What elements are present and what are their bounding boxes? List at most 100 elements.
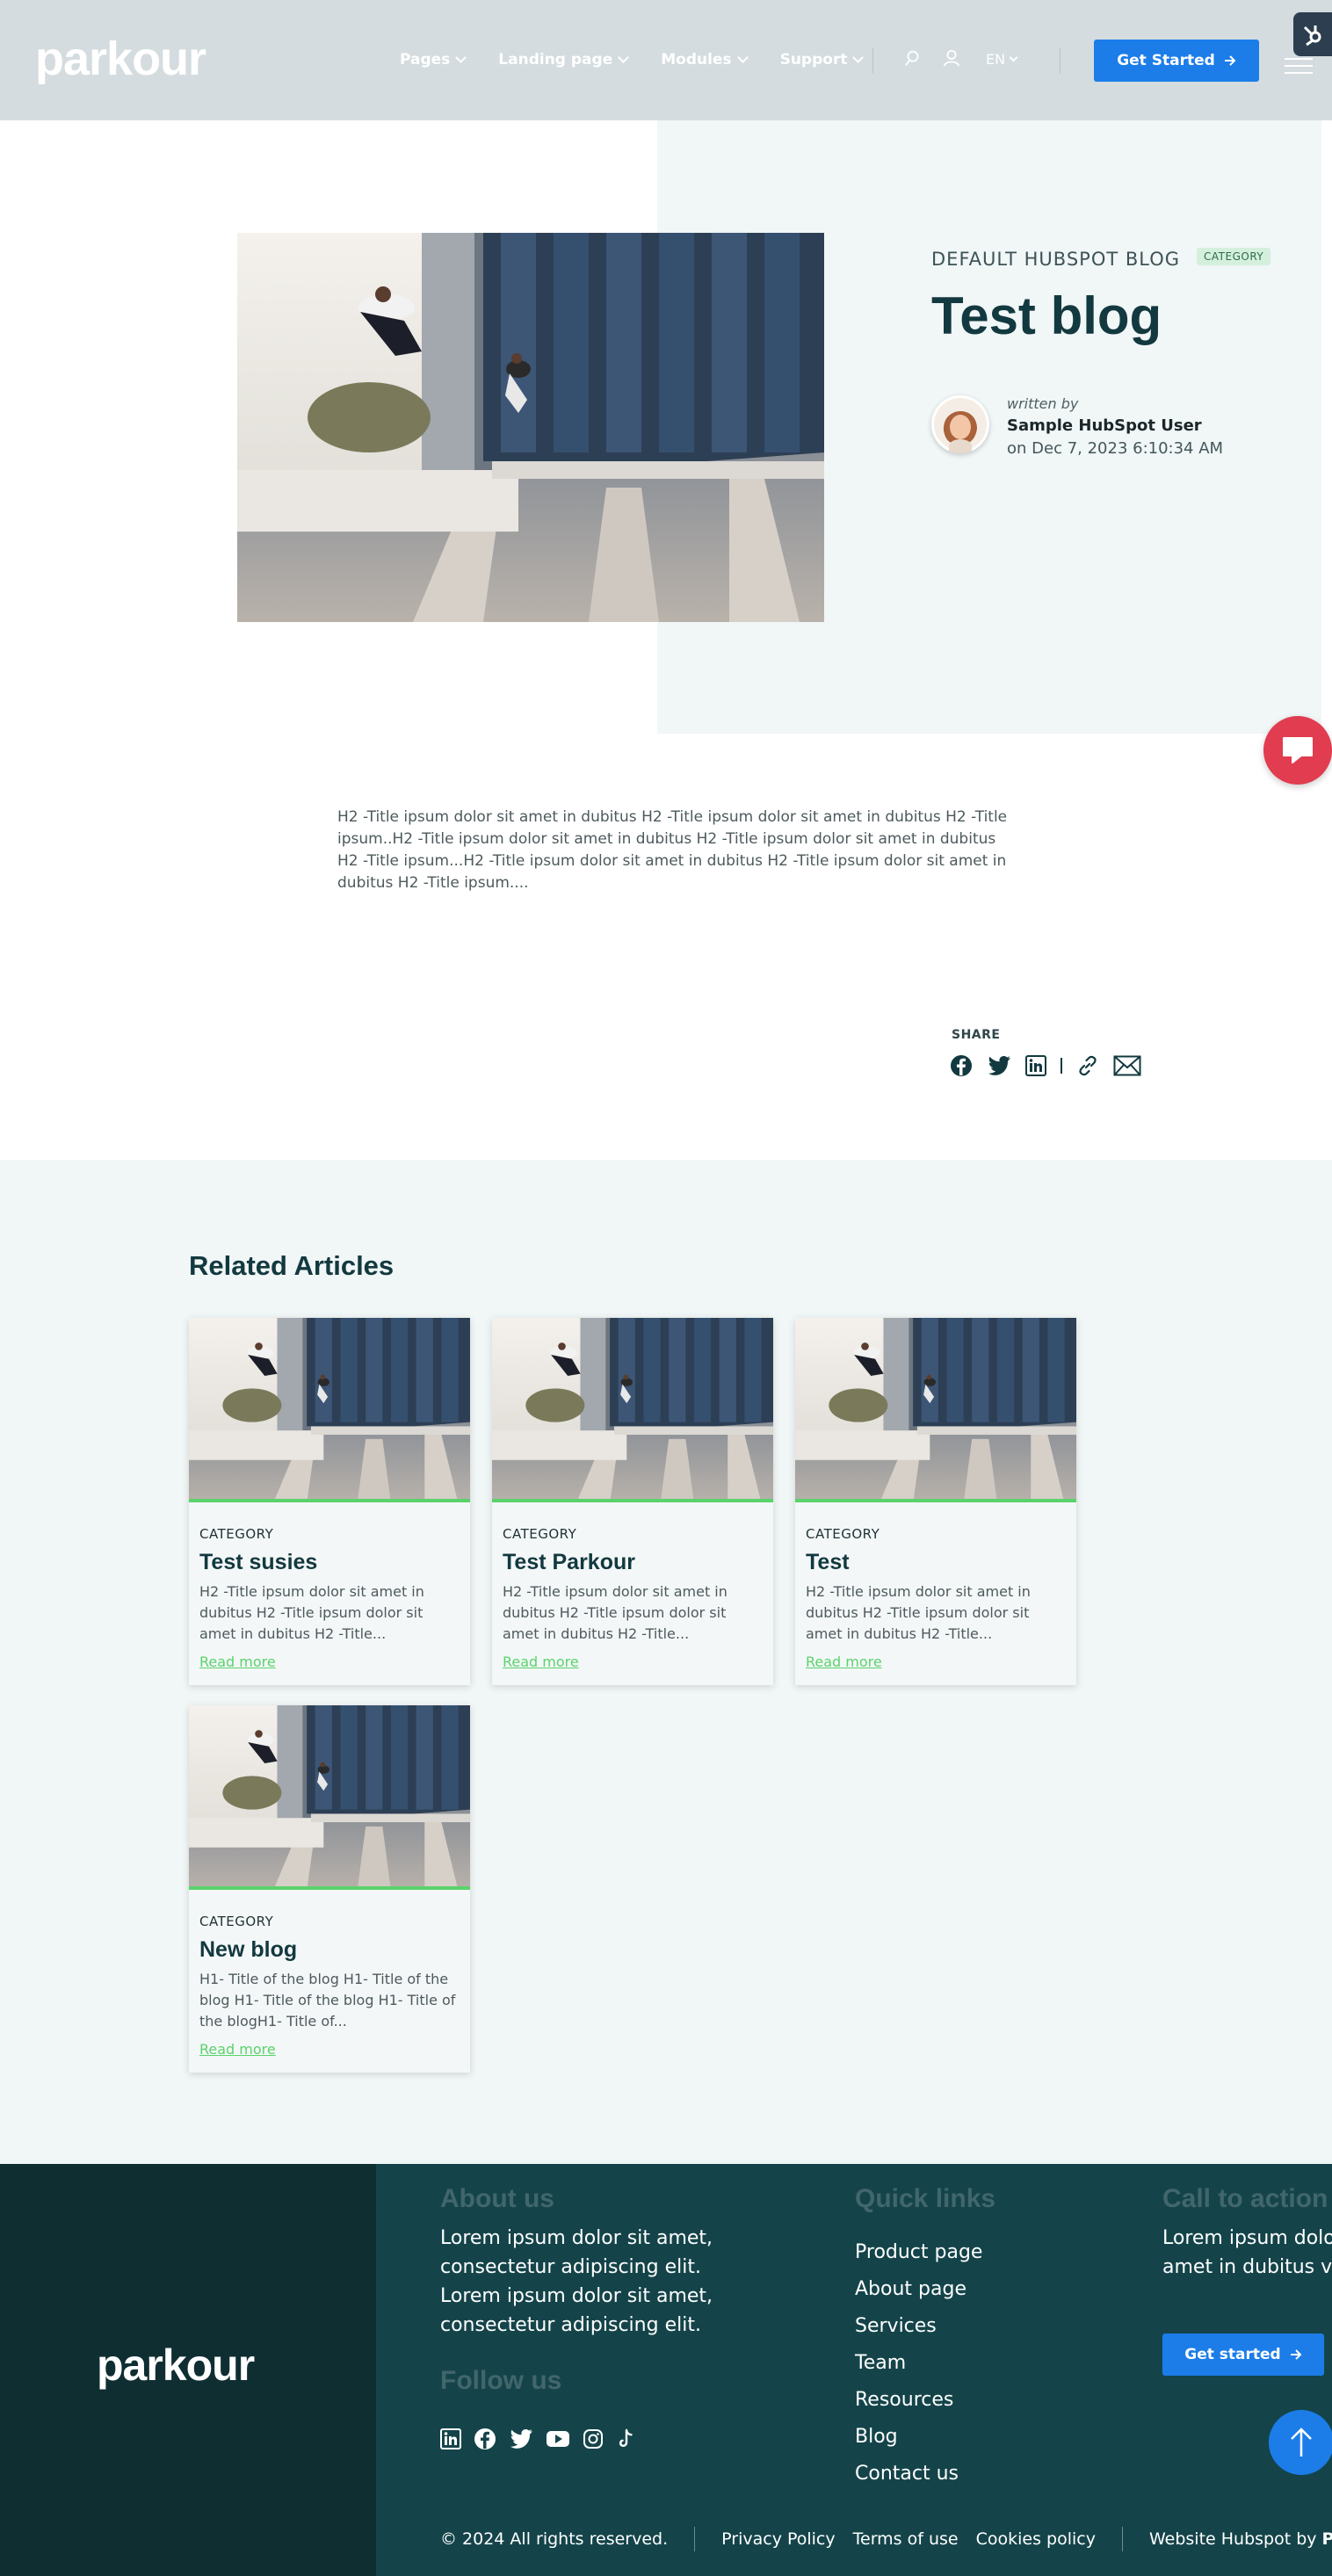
- social-links: [440, 2428, 635, 2454]
- card-category[interactable]: CATEGORY: [806, 1526, 880, 1542]
- footer-logo[interactable]: parkour: [97, 2340, 255, 2391]
- card-excerpt: H2 -Title ipsum dolor sit amet in dubitu…: [503, 1583, 728, 1642]
- card-image[interactable]: [492, 1318, 773, 1502]
- site-footer: parkour About us Lorem ipsum dolor sit a…: [0, 2164, 1332, 2576]
- language-label: EN: [986, 51, 1006, 68]
- read-more-link[interactable]: Read more: [199, 1653, 276, 1670]
- tiktok-icon[interactable]: [616, 2428, 635, 2453]
- card-category[interactable]: CATEGORY: [199, 1526, 273, 1542]
- written-by-label: written by: [1007, 395, 1079, 412]
- credit-brand-link[interactable]: Parkour: [1322, 2529, 1332, 2549]
- chevron-down-icon: [736, 52, 749, 63]
- author-name[interactable]: Sample HubSpot User: [1007, 416, 1202, 435]
- card-excerpt: H2 -Title ipsum dolor sit amet in dubitu…: [806, 1583, 1031, 1642]
- card-title[interactable]: Test Parkour: [503, 1550, 635, 1575]
- facebook-icon[interactable]: [950, 1054, 973, 1077]
- divider: [1121, 2527, 1123, 2551]
- menu-icon[interactable]: [1285, 58, 1313, 79]
- privacy-policy-link[interactable]: Privacy Policy: [721, 2529, 835, 2549]
- logo[interactable]: parkour: [35, 32, 206, 86]
- twitter-icon[interactable]: [509, 2428, 533, 2453]
- chevron-down-icon: [455, 52, 467, 63]
- email-icon[interactable]: [1113, 1055, 1141, 1076]
- twitter-icon[interactable]: [987, 1055, 1011, 1076]
- nav-item-support[interactable]: Support: [779, 51, 865, 69]
- nav-item-modules[interactable]: Modules: [661, 51, 749, 69]
- nav-label: Support: [779, 51, 848, 69]
- read-more-link[interactable]: Read more: [503, 1653, 579, 1670]
- follow-heading: Follow us: [440, 2366, 562, 2395]
- card-image[interactable]: [795, 1318, 1076, 1502]
- divider: [1060, 47, 1061, 74]
- footer-brand-panel: parkour: [0, 2164, 376, 2576]
- footer-link-resources[interactable]: Resources: [855, 2382, 982, 2419]
- blog-name[interactable]: DEFAULT HUBSPOT BLOG: [931, 249, 1180, 270]
- chat-widget-button[interactable]: [1263, 716, 1332, 785]
- chat-icon: [1283, 737, 1313, 763]
- link-icon[interactable]: [1076, 1054, 1099, 1077]
- footer-link-about-page[interactable]: About page: [855, 2271, 982, 2308]
- share-buttons: [950, 1054, 1141, 1077]
- card-title[interactable]: Test: [806, 1550, 850, 1575]
- related-articles-title: Related Articles: [189, 1250, 395, 1281]
- post-body: H2 -Title ipsum dolor sit amet in dubitu…: [337, 808, 1008, 892]
- card-image[interactable]: [189, 1318, 470, 1502]
- nav-item-pages[interactable]: Pages: [400, 51, 467, 69]
- search-icon[interactable]: [903, 48, 923, 68]
- footer-link-blog[interactable]: Blog: [855, 2419, 982, 2456]
- footer-link-product-page[interactable]: Product page: [855, 2234, 982, 2271]
- card-category[interactable]: CATEGORY: [503, 1526, 576, 1542]
- main-nav: Pages Landing page Modules Support: [400, 51, 895, 69]
- nav-item-landing-page[interactable]: Landing page: [498, 51, 630, 69]
- button-label: Get Started: [1117, 52, 1215, 69]
- footer-link-team[interactable]: Team: [855, 2345, 982, 2382]
- card-title[interactable]: New blog: [199, 1937, 297, 1963]
- language-switcher[interactable]: EN: [986, 51, 1018, 68]
- card-title[interactable]: Test susies: [199, 1550, 317, 1575]
- avatar: [931, 395, 989, 453]
- about-heading: About us: [440, 2184, 554, 2213]
- user-icon[interactable]: [942, 48, 961, 68]
- category-badge[interactable]: CATEGORY: [1197, 248, 1271, 265]
- publish-date: on Dec 7, 2023 6:10:34 AM: [1007, 439, 1224, 458]
- card-excerpt: H1- Title of the blog H1- Title of the b…: [199, 1971, 456, 2030]
- scroll-to-top-button[interactable]: [1269, 2410, 1332, 2475]
- card-category[interactable]: CATEGORY: [199, 1914, 273, 1929]
- chevron-down-icon: [852, 52, 865, 63]
- linkedin-icon[interactable]: [440, 2428, 461, 2453]
- nav-label: Landing page: [498, 51, 613, 69]
- article-card[interactable]: CATEGORY New blog H1- Title of the blog …: [189, 1705, 470, 2073]
- nav-label: Modules: [661, 51, 732, 69]
- arrow-up-icon: [1291, 2428, 1312, 2457]
- get-started-button[interactable]: Get Started: [1094, 40, 1259, 82]
- footer-legal-row: © 2024 All rights reserved. Privacy Poli…: [440, 2527, 1332, 2551]
- instagram-icon[interactable]: [583, 2428, 604, 2453]
- card-image[interactable]: [189, 1705, 470, 1890]
- quick-links-list: Product page About page Services Team Re…: [855, 2234, 982, 2493]
- footer-bottom-bar: © 2024 All rights reserved. Privacy Poli…: [440, 2514, 1332, 2566]
- terms-link[interactable]: Terms of use: [853, 2529, 959, 2549]
- site-header: parkour Pages Landing page Modules Suppo…: [0, 0, 1332, 120]
- footer-get-started-button[interactable]: Get started: [1162, 2334, 1324, 2376]
- divider: [872, 47, 873, 74]
- post-title: Test blog: [931, 286, 1162, 345]
- featured-image: [237, 233, 824, 622]
- arrow-right-icon: [1224, 55, 1236, 66]
- credit-text: Website Hubspot by: [1148, 2529, 1317, 2549]
- read-more-link[interactable]: Read more: [199, 2041, 276, 2058]
- arrow-right-icon: [1290, 2349, 1302, 2360]
- chevron-down-icon: [1009, 53, 1018, 62]
- nav-label: Pages: [400, 51, 451, 69]
- article-card[interactable]: CATEGORY Test susies H2 -Title ipsum dol…: [189, 1318, 470, 1685]
- hubspot-sprocket-icon[interactable]: [1293, 12, 1332, 56]
- cookies-link[interactable]: Cookies policy: [976, 2529, 1096, 2549]
- footer-link-contact-us[interactable]: Contact us: [855, 2456, 982, 2493]
- article-card[interactable]: CATEGORY Test Parkour H2 -Title ipsum do…: [492, 1318, 773, 1685]
- youtube-icon[interactable]: [546, 2430, 570, 2451]
- linkedin-icon[interactable]: [1025, 1055, 1046, 1076]
- facebook-icon[interactable]: [474, 2428, 496, 2454]
- article-card[interactable]: CATEGORY Test H2 -Title ipsum dolor sit …: [795, 1318, 1076, 1685]
- footer-link-services[interactable]: Services: [855, 2308, 982, 2345]
- read-more-link[interactable]: Read more: [806, 1653, 882, 1670]
- quick-links-heading: Quick links: [855, 2184, 996, 2213]
